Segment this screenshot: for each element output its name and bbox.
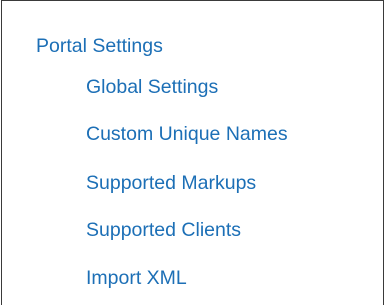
settings-nav-panel: Portal Settings Global Settings Custom U… [1, 0, 384, 305]
portal-settings-link[interactable]: Portal Settings [36, 34, 163, 58]
custom-unique-names-link[interactable]: Custom Unique Names [86, 122, 288, 146]
global-settings-link[interactable]: Global Settings [86, 75, 218, 99]
import-xml-link[interactable]: Import XML [86, 266, 187, 290]
supported-markups-link[interactable]: Supported Markups [86, 171, 256, 195]
supported-clients-link[interactable]: Supported Clients [86, 218, 241, 242]
